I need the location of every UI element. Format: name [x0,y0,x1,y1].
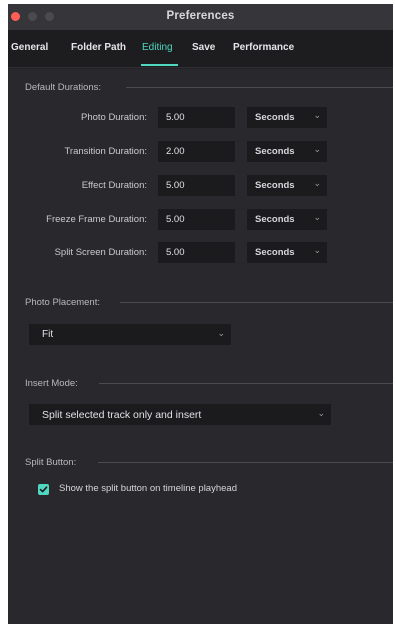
active-tab-indicator [141,64,178,66]
photo-duration-input[interactable]: 5.00 [158,107,235,128]
title-bar: Preferences [8,4,393,30]
chevron-down-icon: ⌄ [217,328,225,338]
photo-placement-value: Fit [42,329,54,340]
chevron-down-icon: ⌄ [313,245,321,255]
insert-mode-heading: Insert Mode: [25,378,78,389]
editing-panel: Default Durations: Photo Duration: 5.00 … [8,69,393,624]
window-title: Preferences [166,10,235,22]
photo-placement-dropdown[interactable]: Fit ⌄ [29,324,231,345]
tab-bar: General Folder Path Editing Save Perform… [8,30,393,68]
checkmark-icon [39,486,48,493]
chevron-down-icon: ⌄ [313,178,321,188]
preferences-window: Preferences General Folder Path Editing … [8,4,393,624]
show-split-button-label[interactable]: Show the split button on timeline playhe… [59,483,237,494]
unit-select-value: Seconds [255,214,295,225]
unit-select-value: Seconds [255,247,295,258]
chevron-down-icon: ⌄ [313,144,321,154]
tab-general[interactable]: General [11,42,48,53]
section-divider [120,302,393,303]
section-divider [98,462,393,463]
insert-mode-dropdown[interactable]: Split selected track only and insert ⌄ [29,404,331,425]
insert-mode-value: Split selected track only and insert [42,409,202,421]
chevron-down-icon: ⌄ [313,212,321,222]
chevron-down-icon: ⌄ [317,408,325,418]
unit-select-value: Seconds [255,180,295,191]
photo-duration-label: Photo Duration: [80,112,147,123]
split-screen-duration-input[interactable]: 5.00 [158,242,235,263]
freeze-frame-duration-input[interactable]: 5.00 [158,209,235,230]
tab-save[interactable]: Save [192,42,215,53]
effect-duration-unit-select[interactable]: Seconds ⌄ [247,175,327,196]
split-screen-duration-unit-select[interactable]: Seconds ⌄ [247,242,327,263]
default-durations-heading: Default Durations: [25,82,102,93]
freeze-frame-duration-label: Freeze Frame Duration: [46,214,147,225]
chevron-down-icon: ⌄ [313,110,321,120]
effect-duration-label: Effect Duration: [81,180,147,191]
split-button-heading: Split Button: [25,457,77,468]
tab-folder-path[interactable]: Folder Path [71,42,126,53]
photo-placement-heading: Photo Placement: [25,297,100,308]
effect-duration-input[interactable]: 5.00 [158,175,235,196]
freeze-frame-duration-unit-select[interactable]: Seconds ⌄ [247,209,327,230]
tab-performance[interactable]: Performance [233,42,294,53]
transition-duration-input[interactable]: 2.00 [158,141,235,162]
unit-select-value: Seconds [255,112,295,123]
transition-duration-unit-select[interactable]: Seconds ⌄ [247,141,327,162]
section-divider [99,383,393,384]
split-screen-duration-label: Split Screen Duration: [54,247,147,258]
section-divider [126,87,393,88]
photo-duration-unit-select[interactable]: Seconds ⌄ [247,107,327,128]
show-split-button-checkbox[interactable] [38,484,49,495]
tab-editing[interactable]: Editing [142,42,173,53]
unit-select-value: Seconds [255,146,295,157]
transition-duration-label: Transition Duration: [64,146,147,157]
